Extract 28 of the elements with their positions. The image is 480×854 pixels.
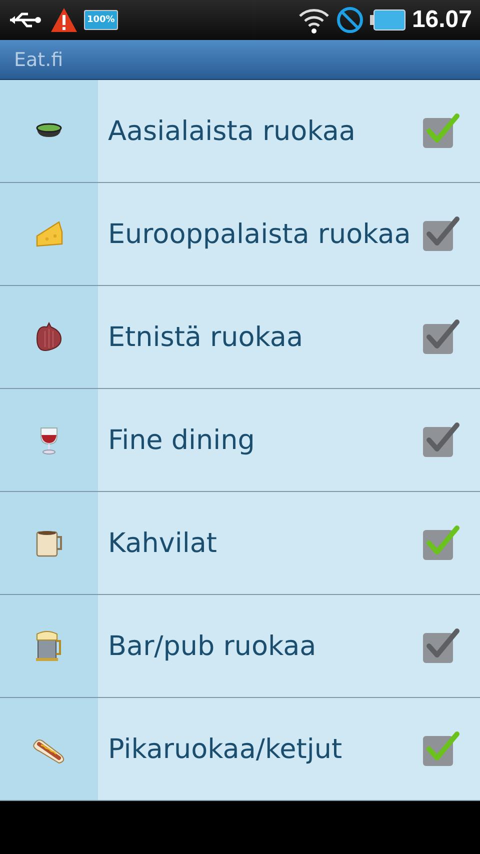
category-row[interactable]: Pikaruokaa/ketjut	[0, 698, 480, 801]
checkbox[interactable]	[420, 111, 460, 151]
category-label: Bar/pub ruokaa	[107, 630, 318, 662]
category-label: Kahvilat	[107, 528, 218, 558]
category-row[interactable]: Kahvilat	[0, 492, 480, 595]
checkbox[interactable]	[420, 626, 460, 666]
checkbox[interactable]	[420, 317, 460, 357]
category-label: Pikaruokaa/ketjut	[107, 734, 344, 764]
battery-icon	[370, 8, 406, 32]
category-label: Etnistä ruokaa	[107, 322, 304, 352]
wifi-icon	[298, 6, 330, 34]
category-row[interactable]: Etnistä ruokaa	[0, 286, 480, 389]
checkbox[interactable]	[420, 420, 460, 460]
category-label: Eurooppalaista ruokaa	[107, 218, 412, 250]
app-title: Eat.fi	[14, 48, 64, 70]
category-label: Aasialaista ruokaa	[107, 116, 356, 146]
category-row[interactable]: Bar/pub ruokaa	[0, 595, 480, 698]
battery-badge: 100%	[84, 10, 118, 30]
warning-icon	[50, 7, 78, 33]
checkbox[interactable]	[420, 729, 460, 769]
clock-time: 16.07	[412, 6, 472, 34]
blocked-icon	[336, 6, 364, 34]
category-row[interactable]: Aasialaista ruokaa	[0, 80, 480, 183]
category-label: Fine dining	[107, 424, 256, 456]
checkbox[interactable]	[420, 214, 460, 254]
category-row[interactable]: Fine dining	[0, 389, 480, 492]
checkbox[interactable]	[420, 523, 460, 563]
category-row[interactable]: Eurooppalaista ruokaa	[0, 183, 480, 286]
